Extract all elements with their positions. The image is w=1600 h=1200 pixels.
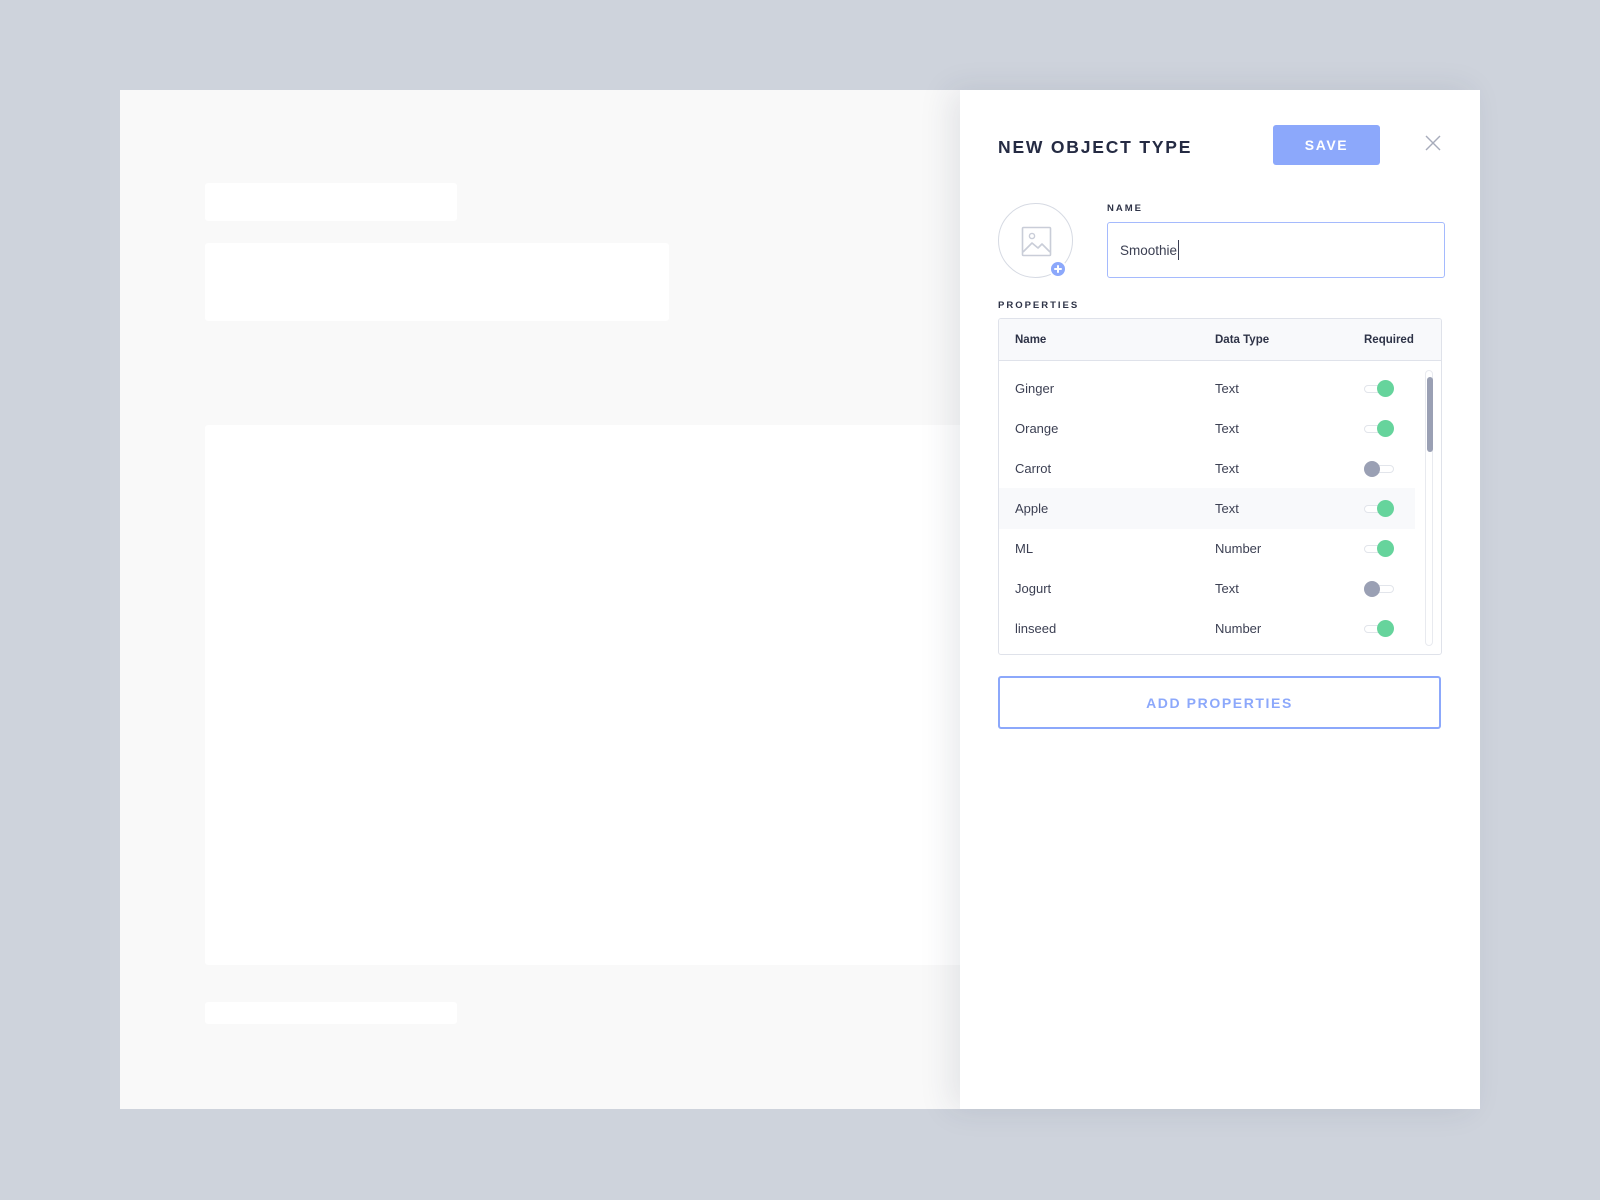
required-toggle[interactable] (1364, 540, 1394, 558)
property-data-type: Text (1215, 381, 1239, 396)
table-row[interactable]: Ginger Text (999, 368, 1415, 409)
property-data-type: Number (1215, 621, 1261, 636)
property-data-type: Number (1215, 541, 1261, 556)
object-image-upload[interactable] (998, 203, 1073, 278)
save-button[interactable]: SAVE (1273, 125, 1380, 165)
property-name: Jogurt (1015, 581, 1051, 596)
required-toggle[interactable] (1364, 420, 1394, 438)
property-data-type: Text (1215, 421, 1239, 436)
property-name: Carrot (1015, 461, 1051, 476)
table-row[interactable]: Carrot Text (999, 448, 1415, 489)
required-toggle[interactable] (1364, 380, 1394, 398)
required-toggle[interactable] (1364, 460, 1394, 478)
placeholder-title-block (205, 183, 457, 221)
name-input-value: Smoothie (1120, 243, 1177, 258)
placeholder-header-block (205, 243, 669, 321)
property-data-type: Text (1215, 461, 1239, 476)
table-row[interactable]: Jogurt Text (999, 568, 1415, 609)
required-toggle[interactable] (1364, 500, 1394, 518)
plus-circle-icon[interactable] (1049, 260, 1067, 278)
property-name: Apple (1015, 501, 1048, 516)
required-toggle[interactable] (1364, 580, 1394, 598)
column-header-name: Name (1015, 334, 1046, 346)
placeholder-footer-block (205, 1002, 457, 1024)
properties-scrollbar[interactable] (1425, 370, 1433, 646)
add-properties-button[interactable]: ADD PROPERTIES (998, 676, 1441, 729)
table-row[interactable]: Orange Text (999, 408, 1415, 449)
new-object-type-panel: NEW OBJECT TYPE SAVE NAME Smoothie PROPE… (960, 90, 1480, 1109)
name-input[interactable]: Smoothie (1107, 222, 1445, 278)
text-caret (1178, 240, 1179, 260)
table-row[interactable]: linseed Number (999, 608, 1415, 649)
properties-label: PROPERTIES (998, 300, 1079, 311)
panel-title: NEW OBJECT TYPE (998, 137, 1192, 158)
property-name: ML (1015, 541, 1033, 556)
image-icon (1021, 226, 1052, 257)
property-data-type: Text (1215, 581, 1239, 596)
column-header-data-type: Data Type (1215, 334, 1269, 346)
close-icon[interactable] (1425, 135, 1441, 151)
property-name: Orange (1015, 421, 1058, 436)
property-data-type: Text (1215, 501, 1239, 516)
placeholder-content-block (205, 425, 995, 965)
name-label: NAME (1107, 203, 1143, 214)
scrollbar-thumb[interactable] (1427, 377, 1433, 452)
required-toggle[interactable] (1364, 620, 1394, 638)
table-row[interactable]: ML Number (999, 528, 1415, 569)
properties-table: Name Data Type Required Ginger Text Oran… (998, 318, 1442, 655)
property-name: Ginger (1015, 381, 1054, 396)
properties-table-header: Name Data Type Required (999, 319, 1441, 361)
table-row[interactable]: Apple Text (999, 488, 1415, 529)
column-header-required: Required (1364, 334, 1414, 346)
property-name: linseed (1015, 621, 1056, 636)
